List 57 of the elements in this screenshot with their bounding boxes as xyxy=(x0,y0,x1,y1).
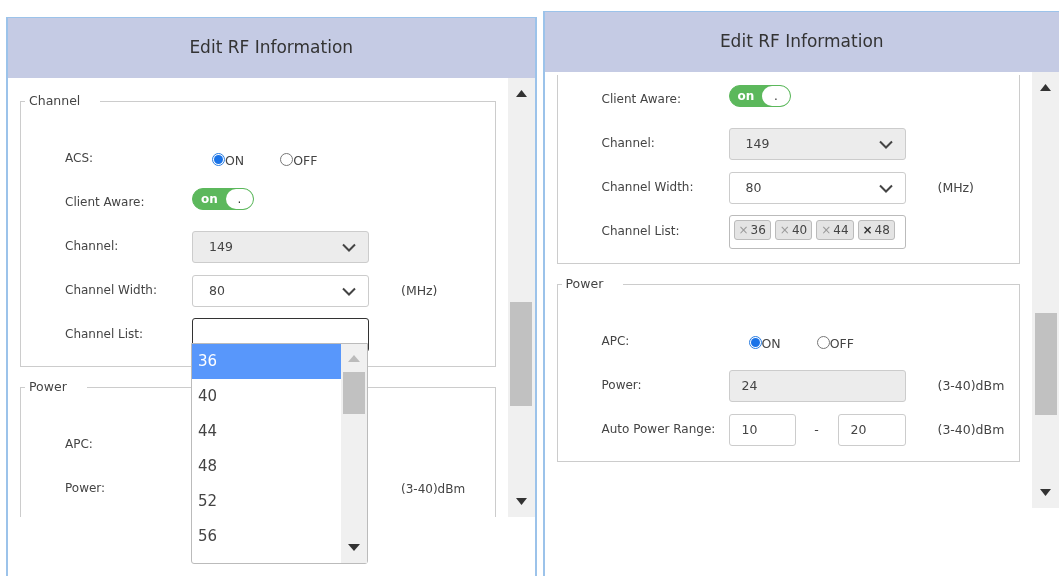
unit-label: (3-40)dBm xyxy=(937,376,1005,395)
channel-tag[interactable]: × 48 xyxy=(857,220,895,240)
chevron-down-icon xyxy=(878,139,893,149)
field-label: Client Aware: xyxy=(601,91,683,108)
radio-option[interactable]: ON xyxy=(212,147,245,171)
unit-label: (MHz) xyxy=(401,281,438,300)
field-label: Client Aware: xyxy=(65,194,146,211)
scrollbar[interactable] xyxy=(1032,72,1059,508)
scrollbar[interactable] xyxy=(507,78,535,517)
field-label: APC: xyxy=(601,333,631,350)
scroll-down-icon[interactable] xyxy=(1040,489,1051,496)
field-label: Channel List: xyxy=(65,326,145,343)
field-label: Power: xyxy=(601,377,643,394)
text-field[interactable]: 20 xyxy=(837,414,906,446)
dialog-title: Edit RF Information xyxy=(719,30,884,54)
select-field[interactable]: 80 xyxy=(728,172,906,204)
field-label: Channel Width: xyxy=(601,179,695,196)
field-label: Channel: xyxy=(601,135,656,152)
dropdown-option[interactable]: 52 xyxy=(192,484,341,519)
radio-option[interactable]: ON xyxy=(748,330,781,354)
dialog-title: Edit RF Information xyxy=(189,36,354,60)
chevron-down-icon xyxy=(878,183,893,193)
scrollbar-thumb[interactable] xyxy=(1034,313,1057,415)
text-field[interactable]: 10 xyxy=(728,414,796,446)
scroll-up-icon[interactable] xyxy=(515,90,527,97)
scrollbar-thumb[interactable] xyxy=(510,302,532,406)
field-label: Channel Width: xyxy=(65,282,158,299)
field-label: APC: xyxy=(65,436,94,453)
scroll-up-icon[interactable] xyxy=(1040,84,1051,91)
scroll-down-icon[interactable] xyxy=(515,498,527,505)
scroll-down-icon[interactable] xyxy=(348,544,360,551)
field-label: ACS: xyxy=(65,150,95,167)
field-label: Channel: xyxy=(65,238,120,255)
channel-tag[interactable]: × 36 xyxy=(733,220,771,240)
radio-option[interactable]: OFF xyxy=(816,330,854,354)
unit-label: (MHz) xyxy=(937,178,974,197)
dropdown-option[interactable]: 48 xyxy=(192,449,341,484)
dropdown-scrollbar[interactable] xyxy=(341,344,367,563)
channel-tag[interactable]: × 40 xyxy=(774,220,813,240)
channel-tag[interactable]: × 44 xyxy=(816,220,854,240)
field-label: Channel List: xyxy=(601,223,681,240)
select-field[interactable]: 80 xyxy=(192,275,369,307)
field-label: Auto Power Range: xyxy=(601,421,717,438)
dropdown-option[interactable]: 44 xyxy=(192,414,341,449)
unit-label: (3-40)dBm xyxy=(937,420,1005,439)
radio-option[interactable]: OFF xyxy=(280,147,318,171)
dropdown-option[interactable]: 56 xyxy=(192,519,341,554)
toggle-switch[interactable]: on . xyxy=(728,85,791,107)
field-label: Power: xyxy=(65,480,107,497)
scrollbar-thumb[interactable] xyxy=(343,372,365,414)
chevron-down-icon xyxy=(342,286,356,296)
unit-label: (3-40)dBm xyxy=(401,481,466,498)
dropdown-option[interactable]: 40 xyxy=(192,379,341,414)
toggle-switch[interactable]: on . xyxy=(192,188,254,210)
tag-input-field[interactable]: × 36 × 40 × 44 × 48 xyxy=(728,215,906,249)
chevron-down-icon xyxy=(342,242,356,252)
range-separator: - xyxy=(813,420,820,439)
